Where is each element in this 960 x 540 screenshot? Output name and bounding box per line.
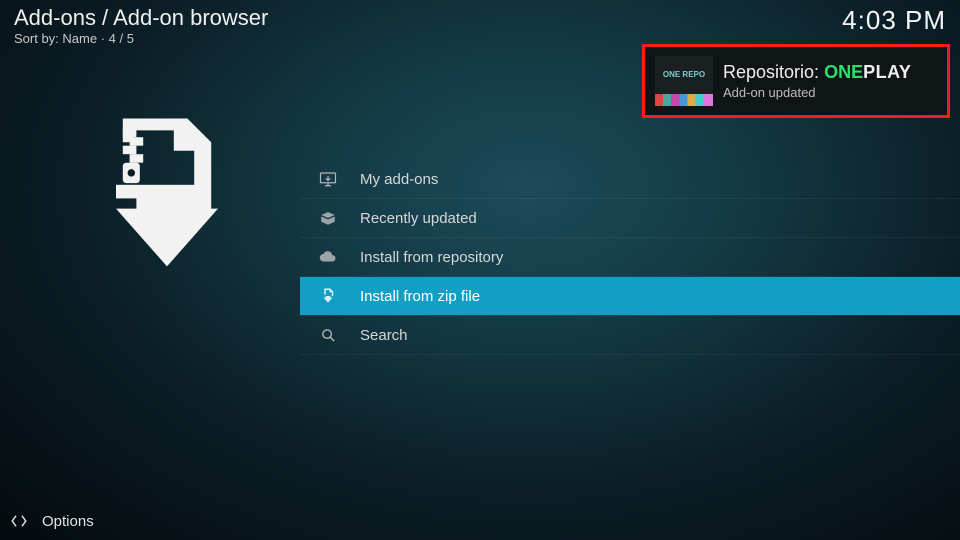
notification-thumbnail: ONE REPO	[655, 56, 713, 106]
install-from-zip-large-icon	[65, 110, 235, 280]
menu-list: My add-ons Recently updated Install from…	[300, 160, 960, 355]
menu-item-label: Install from zip file	[360, 288, 480, 305]
menu-item-label: Install from repository	[360, 249, 503, 266]
notification-thumb-strip	[655, 94, 713, 106]
zip-file-icon	[318, 286, 338, 306]
cloud-down-icon	[318, 247, 338, 267]
footer-options[interactable]: Options	[10, 512, 94, 530]
notification-title-accent2: PLAY	[863, 62, 911, 82]
notification-subtitle: Add-on updated	[723, 85, 937, 100]
monitor-icon	[318, 169, 338, 189]
notification-title-accent1: ONE	[824, 62, 863, 82]
menu-item-install-from-zip[interactable]: Install from zip file	[300, 277, 960, 315]
notification-thumb-text: ONE REPO	[655, 56, 713, 94]
clock: 4:03 PM	[842, 5, 946, 36]
menu-item-install-from-repository[interactable]: Install from repository	[300, 238, 960, 276]
notification-title: Repositorio: ONEPLAY	[723, 62, 937, 83]
notification-title-prefix: Repositorio:	[723, 62, 824, 82]
sidebar	[0, 0, 300, 540]
divider	[300, 354, 960, 355]
footer-options-label: Options	[42, 513, 94, 530]
search-icon	[318, 325, 338, 345]
menu-item-label: My add-ons	[360, 171, 438, 188]
menu-item-label: Recently updated	[360, 210, 477, 227]
notification-toast: ONE REPO Repositorio: ONEPLAY Add-on upd…	[642, 44, 950, 118]
notification-text: Repositorio: ONEPLAY Add-on updated	[723, 62, 937, 100]
menu-item-search[interactable]: Search	[300, 316, 960, 354]
box-open-icon	[318, 208, 338, 228]
menu-item-label: Search	[360, 327, 408, 344]
menu-item-my-addons[interactable]: My add-ons	[300, 160, 960, 198]
menu-item-recently-updated[interactable]: Recently updated	[300, 199, 960, 237]
options-icon	[10, 512, 28, 530]
